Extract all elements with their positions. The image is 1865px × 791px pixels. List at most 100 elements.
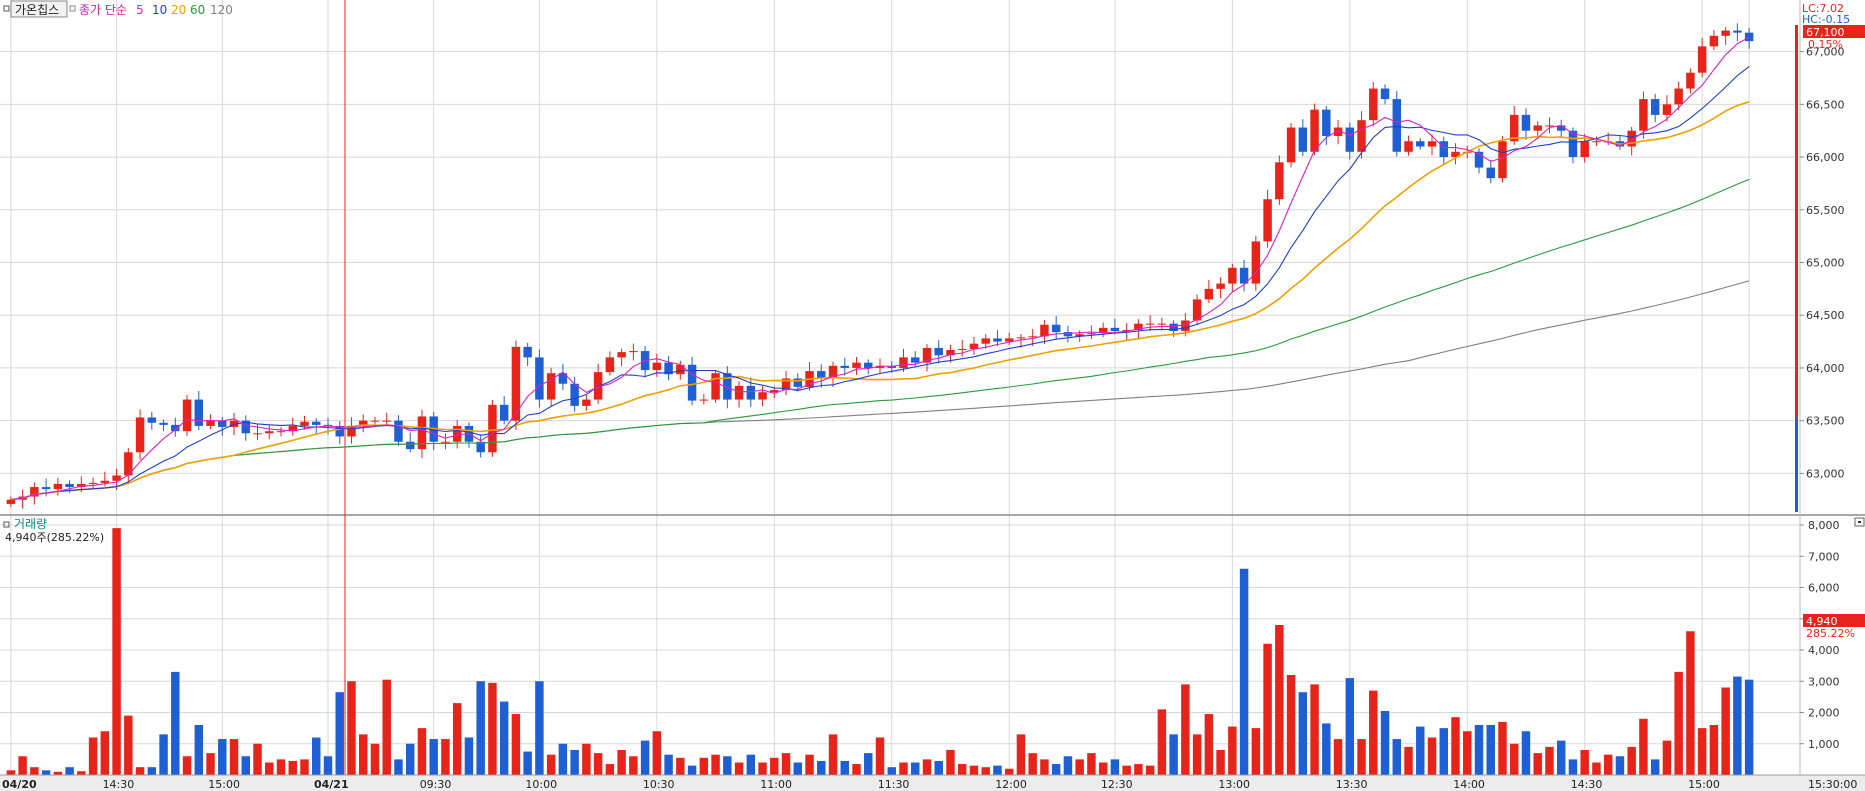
volume-tick-label: 7,000 bbox=[1808, 550, 1840, 563]
volume-bar bbox=[875, 737, 885, 775]
volume-bar bbox=[476, 681, 485, 775]
volume-bar bbox=[229, 739, 239, 775]
volume-bar bbox=[1063, 756, 1073, 775]
volume-bar bbox=[1639, 718, 1648, 775]
volume-bar bbox=[911, 762, 920, 775]
change-pct-label: 0.15% bbox=[1808, 38, 1843, 51]
price-tick-label: 65,500 bbox=[1806, 204, 1845, 217]
volume-bar bbox=[1357, 739, 1366, 775]
candle-body bbox=[899, 357, 908, 368]
candle-body bbox=[1498, 141, 1507, 179]
stock-chart: 67,00066,50066,00065,50065,00064,50064,0… bbox=[0, 0, 1865, 791]
ma-period-5[interactable]: 5 bbox=[136, 3, 144, 17]
volume-bar bbox=[77, 771, 86, 775]
volume-bar bbox=[864, 753, 873, 775]
volume-bar bbox=[934, 760, 943, 775]
volume-bar bbox=[1016, 734, 1026, 775]
volume-bar bbox=[1686, 631, 1695, 775]
volume-bar bbox=[288, 760, 297, 775]
volume-bar bbox=[1545, 746, 1554, 775]
volume-bar bbox=[1098, 762, 1108, 775]
volume-bar bbox=[840, 760, 849, 775]
volume-bar bbox=[1345, 678, 1355, 775]
ma-type-label[interactable]: 종가 단순 bbox=[79, 3, 127, 17]
volume-bar bbox=[1310, 684, 1319, 775]
candle-body bbox=[1674, 88, 1683, 105]
candle-body bbox=[253, 433, 262, 435]
volume-bar bbox=[664, 754, 673, 775]
volume-bar bbox=[452, 703, 462, 775]
volume-bar bbox=[1474, 725, 1484, 775]
volume-bar bbox=[1169, 734, 1178, 775]
volume-bar bbox=[488, 682, 497, 775]
candle-body bbox=[1275, 162, 1284, 200]
volume-bar bbox=[817, 760, 826, 775]
candle-body bbox=[1380, 88, 1390, 100]
time-label: 15:00 bbox=[208, 778, 240, 791]
ma-period-10[interactable]: 10 bbox=[152, 3, 167, 17]
candle-body bbox=[394, 420, 403, 442]
time-label: 14:30 bbox=[1571, 778, 1603, 791]
time-label: 13:30 bbox=[1336, 778, 1368, 791]
candle-body bbox=[699, 399, 709, 401]
volume-bar bbox=[535, 681, 544, 775]
ma-period-60[interactable]: 60 bbox=[190, 3, 205, 17]
candle-body bbox=[1533, 125, 1542, 131]
volume-bar bbox=[1051, 764, 1061, 775]
volume-bar bbox=[1439, 728, 1448, 775]
candle-body bbox=[617, 352, 626, 358]
price-tick-label: 64,000 bbox=[1806, 362, 1845, 375]
volume-bar bbox=[981, 767, 990, 775]
candle-body bbox=[652, 362, 662, 371]
volume-summary: 4,940주(285.22%) bbox=[5, 531, 104, 544]
candle-body bbox=[1181, 320, 1190, 332]
candle-body bbox=[488, 404, 497, 453]
candle-body bbox=[218, 420, 227, 427]
time-label: 12:30 bbox=[1101, 778, 1133, 791]
volume-bar bbox=[1650, 759, 1660, 775]
volume-bar bbox=[1380, 710, 1390, 775]
volume-bar bbox=[100, 731, 110, 775]
candle-body bbox=[1392, 99, 1402, 152]
volume-bar bbox=[405, 743, 415, 775]
price-panel bbox=[0, 0, 1865, 515]
candle-body bbox=[1580, 141, 1589, 158]
volume-bar bbox=[1486, 725, 1495, 775]
price-tick-label: 63,500 bbox=[1806, 415, 1845, 428]
volume-bar bbox=[1275, 625, 1284, 775]
time-label: 10:30 bbox=[643, 778, 675, 791]
candle-body bbox=[1709, 35, 1719, 47]
candle-body bbox=[1650, 99, 1660, 115]
volume-bar bbox=[1204, 714, 1214, 775]
ma-period-120[interactable]: 120 bbox=[210, 3, 233, 17]
candle-body bbox=[147, 417, 157, 423]
volume-bar bbox=[558, 743, 568, 775]
volume-bar bbox=[159, 734, 168, 775]
volume-bar bbox=[770, 757, 779, 775]
candle-body bbox=[746, 385, 756, 400]
candle-body bbox=[911, 357, 920, 363]
candle-body bbox=[1263, 199, 1272, 242]
candle-body bbox=[1721, 30, 1730, 36]
ma-period-20[interactable]: 20 bbox=[171, 3, 186, 17]
volume-bar bbox=[1333, 739, 1343, 775]
volume-bar bbox=[1744, 679, 1754, 775]
candle-body bbox=[100, 480, 110, 483]
volume-bar bbox=[253, 743, 262, 775]
candle-body bbox=[53, 483, 63, 490]
candle-body bbox=[1662, 104, 1672, 115]
time-label: 13:00 bbox=[1218, 778, 1250, 791]
candle-body bbox=[206, 420, 215, 426]
time-label: 09:30 bbox=[420, 778, 452, 791]
hc-label: HC:-0.15 bbox=[1802, 13, 1850, 26]
candle-body bbox=[1545, 125, 1554, 127]
candle-body bbox=[957, 348, 967, 351]
volume-bar bbox=[1110, 759, 1120, 775]
volume-bar bbox=[1674, 671, 1683, 775]
candle-body bbox=[1040, 324, 1049, 337]
volume-bar bbox=[828, 734, 838, 775]
volume-bar bbox=[124, 715, 133, 775]
volume-bar bbox=[922, 759, 932, 775]
price-tick-label: 63,000 bbox=[1806, 467, 1845, 480]
candle-body bbox=[135, 417, 145, 453]
